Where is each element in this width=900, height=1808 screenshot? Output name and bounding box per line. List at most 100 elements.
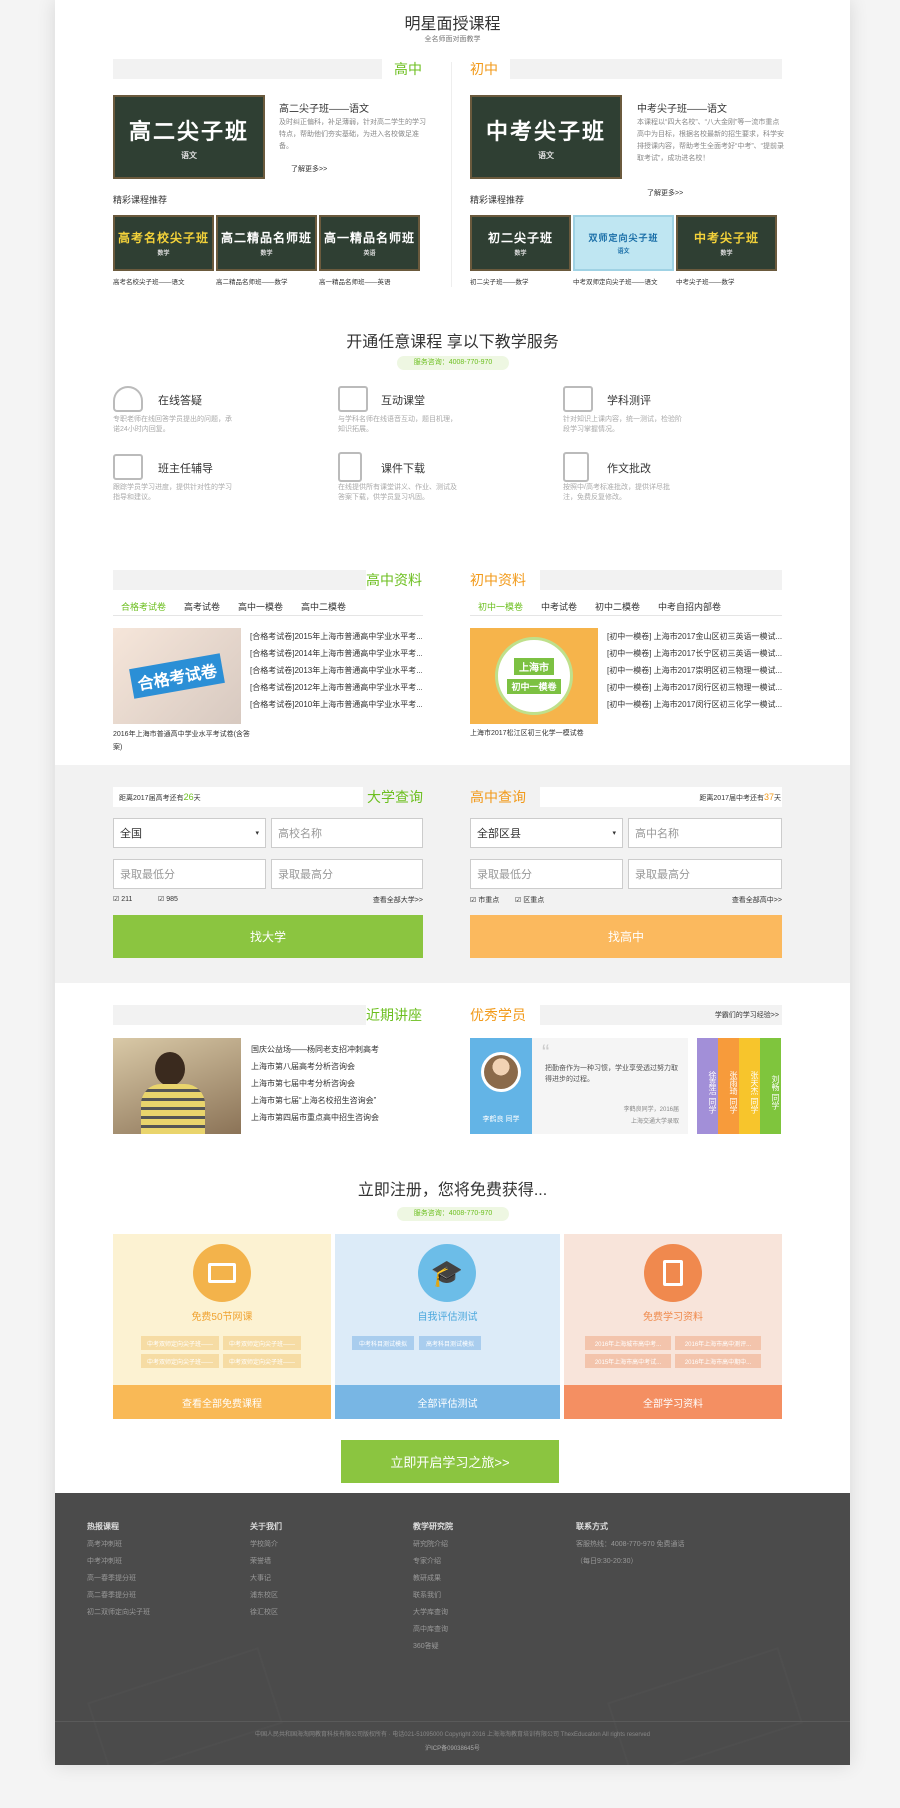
university-region-select[interactable]: 全国 ▾ xyxy=(113,818,266,848)
assessment-item-2[interactable]: 高考科目测试模拟 xyxy=(419,1336,481,1350)
junior-course-image[interactable]: 中考尖子班 语文 xyxy=(470,95,622,179)
free-course-item-4[interactable]: 中考双师定向尖子班—— xyxy=(223,1354,301,1368)
footer-link[interactable]: 高考冲刺班 xyxy=(87,1536,237,1553)
material-item-3[interactable]: 2015年上海市高中考试... xyxy=(585,1354,671,1368)
list-item[interactable]: 国庆公益场——杨同老支招冲刺高考 xyxy=(251,1041,421,1058)
highschool-name-input[interactable]: 高中名称 xyxy=(628,818,782,848)
senior-more-link[interactable]: 了解更多>> xyxy=(291,164,327,174)
senior-thumb-3-label[interactable]: 高一精品名师班——英语 xyxy=(319,276,420,286)
highschool-checkbox-2[interactable]: ☑ 区重点 xyxy=(515,895,544,905)
university-name-input[interactable]: 高校名称 xyxy=(271,818,423,848)
university-max-score-input[interactable]: 录取最高分 xyxy=(271,859,423,889)
senior-thumb-2[interactable]: 高二精品名师班 数学 xyxy=(216,215,317,271)
student-tab-2[interactable]: 张雨琦 同学 xyxy=(718,1038,739,1134)
junior-more-link[interactable]: 了解更多>> xyxy=(647,188,683,198)
list-item[interactable]: 上海市第七届中考分析咨询会 xyxy=(251,1075,421,1092)
footer-link[interactable]: 大事记 xyxy=(250,1570,400,1587)
footer-link[interactable]: 高中库查询 xyxy=(413,1621,563,1638)
university-min-score-input[interactable]: 录取最低分 xyxy=(113,859,266,889)
lectures-image[interactable] xyxy=(113,1038,241,1134)
junior-thumb-3-label[interactable]: 中考尖子班——数学 xyxy=(676,276,777,286)
senior-thumb-3[interactable]: 高一精品名师班 英语 xyxy=(319,215,420,271)
junior-materials-image[interactable]: 上海市 初中一模卷 xyxy=(470,628,598,724)
junior-materials-caption[interactable]: 上海市2017松江区初三化学一模试卷 xyxy=(470,728,620,738)
senior-course-title[interactable]: 高二尖子班——语文 xyxy=(279,100,369,115)
footer-link[interactable]: 中考冲刺班 xyxy=(87,1553,237,1570)
senior-materials-image[interactable]: 合格考试卷 xyxy=(113,628,241,724)
list-item[interactable]: 上海市第七届“上海名校招生咨询会” xyxy=(251,1092,421,1109)
highschool-view-all[interactable]: 查看全部高中>> xyxy=(712,895,782,905)
university-checkbox-2[interactable]: ☑ 985 xyxy=(158,895,178,903)
list-item[interactable]: [初中一模卷] 上海市2017闵行区初三化学一模试... xyxy=(607,696,783,713)
start-learning-button[interactable]: 立即开启学习之旅>> xyxy=(341,1440,559,1483)
list-item[interactable]: [合格考试卷]2013年上海市普通高中学业水平考... xyxy=(250,662,422,679)
view-free-courses-button[interactable]: 查看全部免费课程 xyxy=(113,1385,331,1419)
footer-link[interactable]: 初二双师定向尖子班 xyxy=(87,1604,237,1621)
list-item[interactable]: [合格考试卷]2010年上海市普通高中学业水平考... xyxy=(250,696,422,713)
footer-link[interactable]: 研究院介绍 xyxy=(413,1536,563,1553)
list-item[interactable]: 上海市第八届高考分析咨询会 xyxy=(251,1058,421,1075)
material-item-4[interactable]: 2016年上海市高中期中... xyxy=(675,1354,761,1368)
tab-senior-3[interactable]: 高中一模卷 xyxy=(238,602,283,612)
all-materials-button[interactable]: 全部学习资料 xyxy=(564,1385,782,1419)
footer-link[interactable]: 高一春季提分班 xyxy=(87,1570,237,1587)
junior-thumb-2[interactable]: 双师定向尖子班 语文 xyxy=(573,215,674,271)
list-item[interactable]: [初中一模卷] 上海市2017闵行区初三物理一模试... xyxy=(607,679,783,696)
services-hotline: 服务咨询：4008-770-970 xyxy=(397,356,509,370)
all-assessments-button[interactable]: 全部评估测试 xyxy=(335,1385,560,1419)
find-highschool-button[interactable]: 找高中 xyxy=(470,915,782,958)
material-item-1[interactable]: 2016年上海城市高中考... xyxy=(585,1336,671,1350)
highschool-min-score-input[interactable]: 录取最低分 xyxy=(470,859,623,889)
footer-link[interactable]: 学校简介 xyxy=(250,1536,400,1553)
footer-link[interactable]: 大学库查询 xyxy=(413,1604,563,1621)
university-checkbox-1[interactable]: ☑ 211 xyxy=(113,895,132,903)
footer-link[interactable]: 浦东校区 xyxy=(250,1587,400,1604)
student-photo-card[interactable]: 李鹤良 同学 xyxy=(470,1038,532,1134)
list-item[interactable]: [合格考试卷]2014年上海市普通高中学业水平考... xyxy=(250,645,422,662)
list-item[interactable]: [合格考试卷]2012年上海市普通高中学业水平考... xyxy=(250,679,422,696)
tab-senior-4[interactable]: 高中二模卷 xyxy=(301,602,346,612)
senior-course-image[interactable]: 高二尖子班 语文 xyxy=(113,95,265,179)
list-item[interactable]: [初中一模卷] 上海市2017金山区初三英语一模试... xyxy=(607,628,783,645)
senior-materials-caption[interactable]: 2016年上海市普通高中学业水平考试卷(含答案) xyxy=(113,728,253,754)
assessment-item-1[interactable]: 中考科目测试模拟 xyxy=(352,1336,414,1350)
junior-thumb-3[interactable]: 中考尖子班 数学 xyxy=(676,215,777,271)
free-course-item-3[interactable]: 中考双师定向尖子班—— xyxy=(141,1354,219,1368)
list-item[interactable]: [合格考试卷]2015年上海市普通高中学业水平考... xyxy=(250,628,422,645)
student-tab-1[interactable]: 徐嘉浩 同学 xyxy=(697,1038,718,1134)
junior-thumb-1-label[interactable]: 初二尖子班——数学 xyxy=(470,276,571,286)
footer-link[interactable]: 专家介绍 xyxy=(413,1553,563,1570)
highschool-max-score-input[interactable]: 录取最高分 xyxy=(628,859,782,889)
list-item[interactable]: [初中一模卷] 上海市2017崇明区初三物理一模试... xyxy=(607,662,783,679)
junior-thumb-1[interactable]: 初二尖子班 数学 xyxy=(470,215,571,271)
students-experience-link[interactable]: 学霸们的学习经验>> xyxy=(675,1010,779,1020)
highschool-checkbox-1[interactable]: ☑ 市重点 xyxy=(470,895,499,905)
junior-course-title[interactable]: 中考尖子班——语文 xyxy=(637,100,727,115)
footer-link[interactable]: 荣誉墙 xyxy=(250,1553,400,1570)
student-tab-4[interactable]: 刘畅 同学 xyxy=(760,1038,781,1134)
tab-junior-3[interactable]: 初中二模卷 xyxy=(595,602,640,612)
list-item[interactable]: [初中一模卷] 上海市2017长宁区初三英语一模试... xyxy=(607,645,783,662)
material-item-2[interactable]: 2016年上海市高中测评... xyxy=(675,1336,761,1350)
list-item[interactable]: 上海市第四届市重点高中招生咨询会 xyxy=(251,1109,421,1126)
tab-junior-4[interactable]: 中考自招内部卷 xyxy=(658,602,721,612)
footer-link[interactable]: 联系我们 xyxy=(413,1587,563,1604)
find-university-button[interactable]: 找大学 xyxy=(113,915,423,958)
free-course-item-1[interactable]: 中考双师定向尖子班—— xyxy=(141,1336,219,1350)
university-view-all[interactable]: 查看全部大学>> xyxy=(355,895,423,905)
footer-link[interactable]: 高二春季提分班 xyxy=(87,1587,237,1604)
senior-thumb-2-label[interactable]: 高二精品名师班——数学 xyxy=(216,276,317,286)
footer-link[interactable]: 教研成果 xyxy=(413,1570,563,1587)
free-course-item-2[interactable]: 中考双师定向尖子班—— xyxy=(223,1336,301,1350)
tab-senior-1[interactable]: 合格考试卷 xyxy=(121,602,167,613)
tab-junior-2[interactable]: 中考试卷 xyxy=(541,602,577,612)
footer-link[interactable]: 徐汇校区 xyxy=(250,1604,400,1621)
junior-thumb-2-label[interactable]: 中考双师定向尖子班——语文 xyxy=(573,276,674,286)
highschool-region-select[interactable]: 全部区县 ▾ xyxy=(470,818,623,848)
senior-thumb-1-label[interactable]: 高考名校尖子班——语文 xyxy=(113,276,214,286)
senior-thumb-1[interactable]: 高考名校尖子班 数学 xyxy=(113,215,214,271)
tab-junior-1[interactable]: 初中一模卷 xyxy=(478,602,524,613)
footer-link[interactable]: 360答疑 xyxy=(413,1638,563,1655)
student-tab-3[interactable]: 张天杰 同学 xyxy=(739,1038,760,1134)
tab-senior-2[interactable]: 高考试卷 xyxy=(184,602,220,612)
